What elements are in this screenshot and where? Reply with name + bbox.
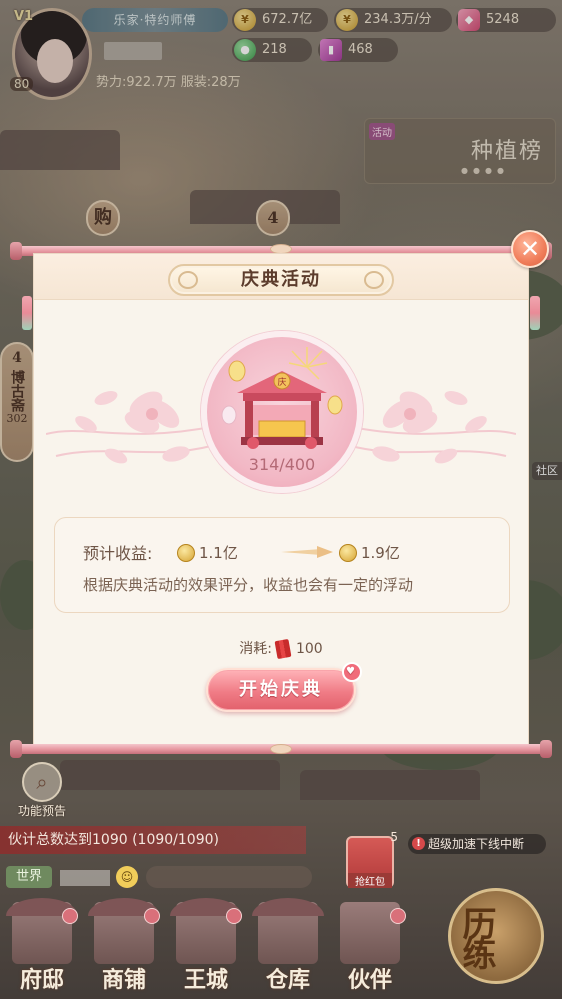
- coin-icon: [177, 544, 195, 562]
- smiley-icon: ☺: [116, 866, 138, 888]
- red-packet-button[interactable]: 5 抢红包: [346, 830, 398, 888]
- flower-decoration-left: [46, 391, 216, 464]
- heart-icon: [144, 908, 160, 924]
- warning-icon: !: [412, 837, 425, 850]
- close-button[interactable]: ✕: [511, 230, 549, 268]
- start-celebration-button[interactable]: 开始庆典 ♥: [206, 662, 362, 712]
- dialog-title: 庆典活动: [241, 269, 321, 290]
- celebration-progress: 314/400: [248, 455, 316, 474]
- income-current: 1.1亿: [199, 544, 238, 562]
- cost-value: 100: [295, 641, 323, 657]
- red-packet-count: 5: [390, 830, 398, 844]
- festival-medallion: 庆 314/400: [201, 331, 363, 493]
- task-progress-bar[interactable]: 伙计总数达到1090 (1090/1090): [0, 826, 306, 854]
- heart-icon: ♥: [342, 662, 362, 682]
- dialog-header: 庆典活动: [34, 254, 528, 300]
- firecracker-icon: [274, 638, 292, 660]
- income-projected: 1.9亿: [361, 544, 400, 562]
- income-note: 根据庆典活动的效果评分，收益也会有一定的浮动: [83, 576, 414, 594]
- heart-icon: [62, 908, 78, 924]
- rod-knot: [270, 744, 292, 754]
- feature-preview-button[interactable]: ⌕ 功能预告: [10, 762, 74, 820]
- coin-icon: [339, 544, 357, 562]
- red-packet-label: 抢红包: [348, 873, 392, 888]
- flower-decoration-right: [346, 391, 516, 464]
- training-label: 历练: [456, 906, 496, 966]
- svg-text:庆: 庆: [277, 376, 286, 388]
- heart-icon: [226, 908, 242, 924]
- heart-icon: [390, 908, 406, 924]
- expected-income-box: 预计收益: 1.1亿 1.9亿 根据庆典活动的效果评分，收益也会有一定的浮动: [54, 517, 510, 613]
- chat-message-bar[interactable]: [146, 866, 312, 888]
- tassel: [22, 296, 32, 330]
- arrow-right-icon: [281, 546, 333, 558]
- nav-partners[interactable]: 伙伴: [330, 896, 410, 999]
- celebration-dialog: 庆典活动 庆 314/400 预计收益: 1.1亿 1.9亿 根据庆典活动的效果…: [34, 254, 528, 746]
- rod-knot: [270, 244, 292, 254]
- chat-channel-tab[interactable]: 世界: [6, 866, 52, 888]
- nav-royal-city[interactable]: 王城: [166, 896, 246, 999]
- cost-label: 消耗:: [239, 641, 272, 657]
- training-button[interactable]: 历练: [440, 880, 562, 999]
- cost-row: 消耗: 100: [34, 638, 528, 660]
- nav-mansion[interactable]: 府邸: [2, 896, 82, 999]
- magnifier-icon: ⌕: [22, 762, 62, 802]
- title-plaque: 庆典活动: [168, 264, 394, 296]
- nav-warehouse[interactable]: 仓库: [248, 896, 328, 999]
- income-label: 预计收益:: [83, 544, 153, 563]
- nav-shops[interactable]: 商铺: [84, 896, 164, 999]
- chat-sender-blurred: [60, 870, 110, 886]
- chat-row[interactable]: 世界 ☺: [6, 866, 312, 890]
- tassel: [530, 296, 540, 330]
- close-icon: ✕: [519, 235, 541, 263]
- speedup-notice[interactable]: ! 超级加速下线中断: [408, 834, 546, 854]
- feature-preview-label: 功能预告: [17, 804, 66, 818]
